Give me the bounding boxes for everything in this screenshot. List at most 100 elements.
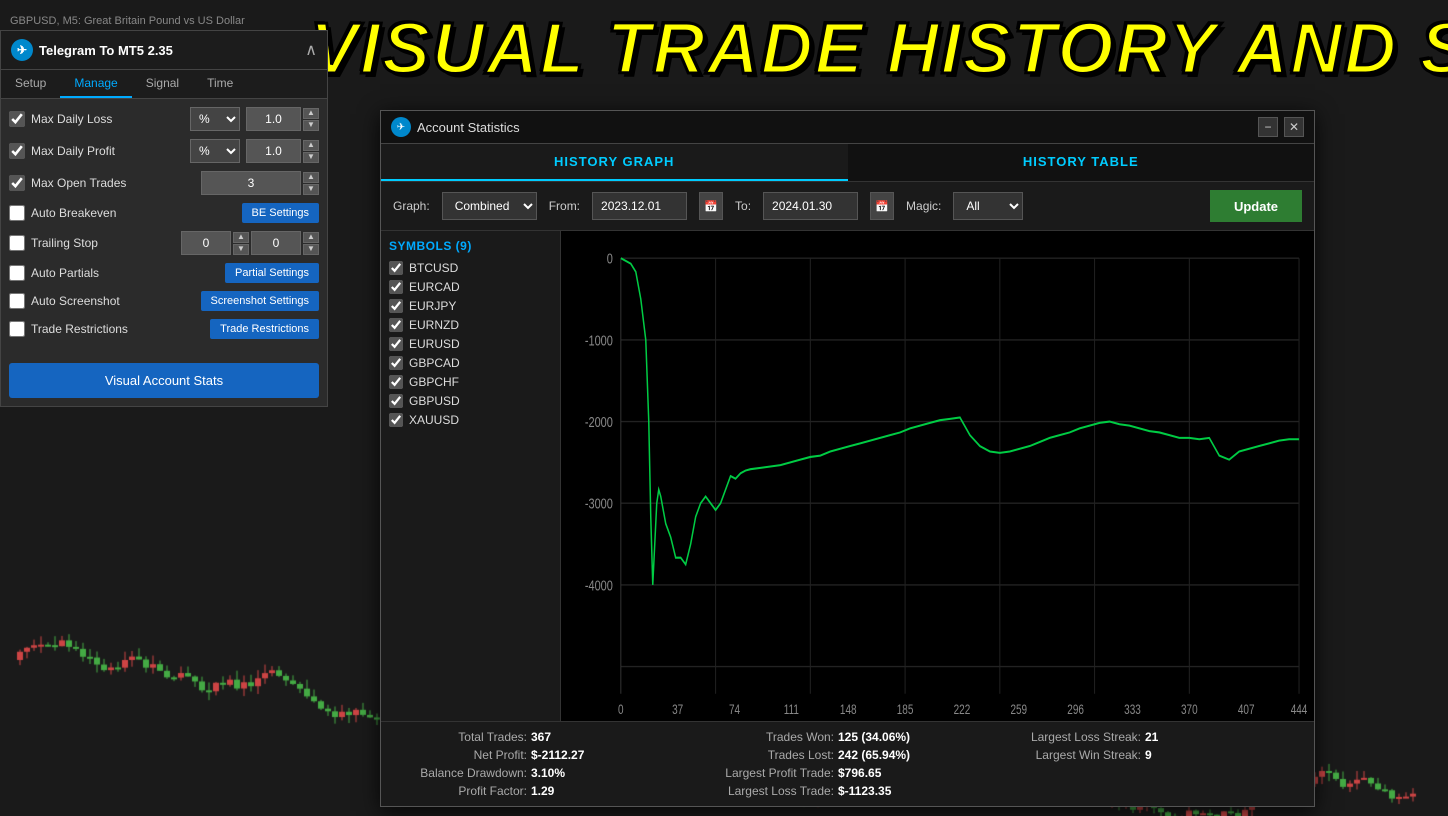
max-daily-profit-down[interactable]: ▼ <box>303 152 319 163</box>
svg-text:222: 222 <box>954 702 971 718</box>
svg-text:407: 407 <box>1238 702 1255 718</box>
page-title: VISUAL TRADE HISTORY AND STATS <box>310 8 1448 90</box>
trailing-stop-down2[interactable]: ▼ <box>303 244 319 255</box>
symbol-eurjpy: EURJPY <box>389 299 552 313</box>
svg-text:37: 37 <box>672 702 683 718</box>
trailing-stop-up2[interactable]: ▲ <box>303 232 319 243</box>
max-daily-loss-up[interactable]: ▲ <box>303 108 319 119</box>
trades-lost-value: 242 (65.94%) <box>838 748 910 762</box>
auto-screenshot-checkbox[interactable] <box>9 293 25 309</box>
be-settings-button[interactable]: BE Settings <box>242 203 319 223</box>
max-daily-loss-unit[interactable]: % <box>190 107 240 131</box>
auto-breakeven-checkbox[interactable] <box>9 205 25 221</box>
modal-close-button[interactable]: ✕ <box>1284 117 1304 137</box>
graph-label: Graph: <box>393 199 430 213</box>
largest-win-streak-row: Largest Win Streak: 9 <box>1011 748 1298 762</box>
profit-factor-row: Profit Factor: 1.29 <box>397 784 684 798</box>
tab-time[interactable]: Time <box>193 70 247 98</box>
visual-account-stats-button[interactable]: Visual Account Stats <box>9 363 319 398</box>
trade-restrictions-label: Trade Restrictions <box>31 322 204 336</box>
balance-drawdown-row: Balance Drawdown: 3.10% <box>397 766 684 780</box>
max-daily-loss-checkbox[interactable] <box>9 111 25 127</box>
max-open-trades-input[interactable] <box>201 171 301 195</box>
to-calendar-button[interactable]: 📅 <box>870 192 894 220</box>
screenshot-settings-button[interactable]: Screenshot Settings <box>201 291 319 311</box>
symbol-eurusd-checkbox[interactable] <box>389 337 403 351</box>
symbol-gbpcad-checkbox[interactable] <box>389 356 403 370</box>
svg-text:444: 444 <box>1291 702 1308 718</box>
magic-select[interactable]: All <box>953 192 1023 220</box>
symbol-eurnzd-label: EURNZD <box>409 318 459 332</box>
update-button[interactable]: Update <box>1210 190 1302 222</box>
symbol-eurnzd-checkbox[interactable] <box>389 318 403 332</box>
symbol-btcusd-checkbox[interactable] <box>389 261 403 275</box>
max-daily-profit-checkbox[interactable] <box>9 143 25 159</box>
collapse-button[interactable]: ∧ <box>305 40 317 60</box>
auto-breakeven-label: Auto Breakeven <box>31 206 236 220</box>
modal-title-text: Account Statistics <box>417 120 520 135</box>
symbol-btcusd-label: BTCUSD <box>409 261 458 275</box>
largest-loss-trade-label: Largest Loss Trade: <box>704 784 834 798</box>
to-date-input[interactable] <box>763 192 858 220</box>
symbol-gbpusd-checkbox[interactable] <box>389 394 403 408</box>
net-profit-label: Net Profit: <box>397 748 527 762</box>
tab-signal[interactable]: Signal <box>132 70 193 98</box>
largest-loss-trade-row: Largest Loss Trade: $-1123.35 <box>704 784 991 798</box>
from-calendar-button[interactable]: 📅 <box>699 192 723 220</box>
trailing-stop-input2[interactable] <box>251 231 301 255</box>
partial-settings-button[interactable]: Partial Settings <box>225 263 319 283</box>
symbol-gbpchf-label: GBPCHF <box>409 375 459 389</box>
trade-restrictions-checkbox[interactable] <box>9 321 25 337</box>
largest-profit-trade-value: $796.65 <box>838 766 881 780</box>
left-panel: ✈ Telegram To MT5 2.35 ∧ Setup Manage Si… <box>0 30 328 407</box>
max-open-trades-up[interactable]: ▲ <box>303 172 319 183</box>
trailing-stop-input1[interactable] <box>181 231 231 255</box>
panel-logo: ✈ <box>11 39 33 61</box>
panel-content: Max Daily Loss % ▲ ▼ Max Daily Profit % <box>1 99 327 355</box>
balance-drawdown-value: 3.10% <box>531 766 565 780</box>
max-daily-loss-row: Max Daily Loss % ▲ ▼ <box>9 107 319 131</box>
trades-won-row: Trades Won: 125 (34.06%) <box>704 730 991 744</box>
largest-loss-streak-label: Largest Loss Streak: <box>1011 730 1141 744</box>
max-daily-profit-unit[interactable]: % <box>190 139 240 163</box>
max-daily-profit-up[interactable]: ▲ <box>303 140 319 151</box>
trailing-stop-up1[interactable]: ▲ <box>233 232 249 243</box>
symbol-eurjpy-checkbox[interactable] <box>389 299 403 313</box>
to-label: To: <box>735 199 751 213</box>
max-open-trades-label: Max Open Trades <box>31 176 195 190</box>
from-date-input[interactable] <box>592 192 687 220</box>
symbol-gbpusd-label: GBPUSD <box>409 394 460 408</box>
largest-loss-streak-value: 21 <box>1145 730 1158 744</box>
modal-toolbar: Graph: Combined Profit Balance Drawdown … <box>381 182 1314 231</box>
svg-text:74: 74 <box>729 702 740 718</box>
max-daily-profit-input[interactable] <box>246 139 301 163</box>
tab-history-table[interactable]: HISTORY TABLE <box>848 144 1315 181</box>
max-open-trades-checkbox[interactable] <box>9 175 25 191</box>
auto-screenshot-label: Auto Screenshot <box>31 294 195 308</box>
symbol-gbpchf-checkbox[interactable] <box>389 375 403 389</box>
symbol-btcusd: BTCUSD <box>389 261 552 275</box>
graph-select[interactable]: Combined Profit Balance Drawdown <box>442 192 537 220</box>
trade-restrictions-button[interactable]: Trade Restrictions <box>210 319 319 339</box>
symbol-xauusd-checkbox[interactable] <box>389 413 403 427</box>
trailing-stop-label: Trailing Stop <box>31 236 175 250</box>
svg-text:185: 185 <box>897 702 914 718</box>
total-trades-value: 367 <box>531 730 551 744</box>
symbol-eurjpy-label: EURJPY <box>409 299 456 313</box>
trailing-stop-down1[interactable]: ▼ <box>233 244 249 255</box>
tab-setup[interactable]: Setup <box>1 70 60 98</box>
auto-partials-checkbox[interactable] <box>9 265 25 281</box>
modal-titlebar: ✈ Account Statistics − ✕ <box>381 111 1314 144</box>
stats-footer: Total Trades: 367 Trades Won: 125 (34.06… <box>381 721 1314 806</box>
svg-text:0: 0 <box>607 250 613 267</box>
modal-minimize-button[interactable]: − <box>1258 117 1278 137</box>
symbol-eurcad-checkbox[interactable] <box>389 280 403 294</box>
tab-manage[interactable]: Manage <box>60 70 131 98</box>
max-daily-loss-input[interactable] <box>246 107 301 131</box>
trailing-stop-checkbox[interactable] <box>9 235 25 251</box>
max-open-trades-down[interactable]: ▼ <box>303 184 319 195</box>
modal-tabs: HISTORY GRAPH HISTORY TABLE <box>381 144 1314 182</box>
max-daily-loss-down[interactable]: ▼ <box>303 120 319 131</box>
largest-win-streak-value: 9 <box>1145 748 1152 762</box>
tab-history-graph[interactable]: HISTORY GRAPH <box>381 144 848 181</box>
